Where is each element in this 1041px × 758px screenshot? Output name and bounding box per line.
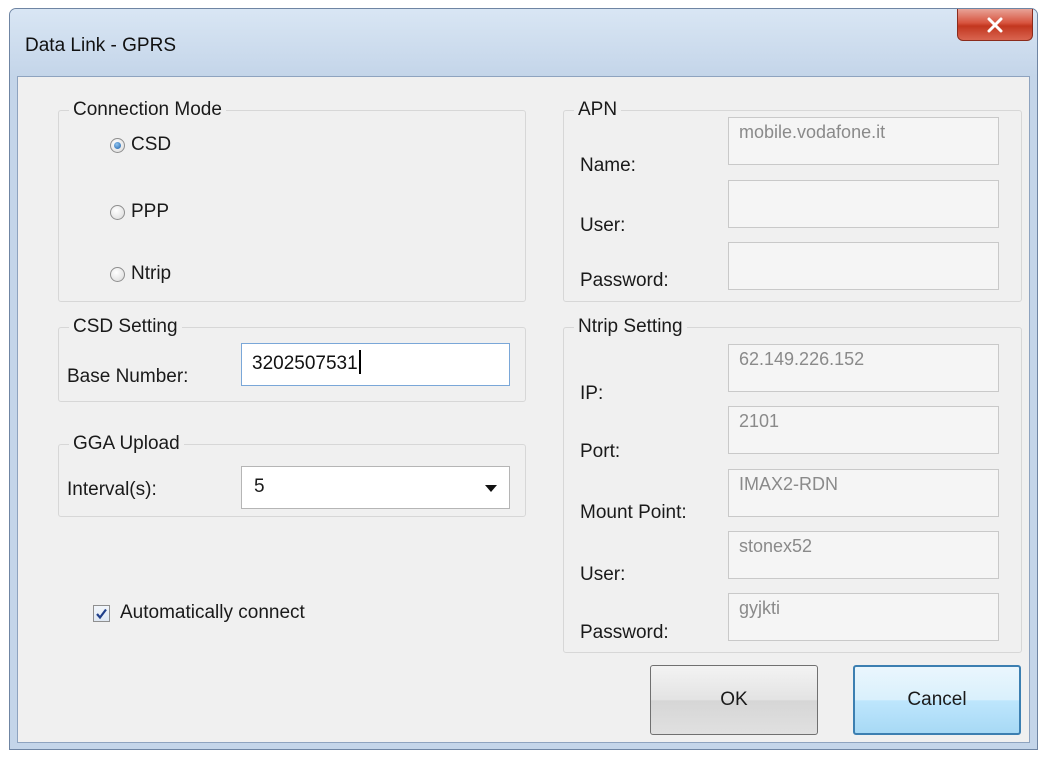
- connection-mode-group: [58, 110, 526, 302]
- ntrip-port-input[interactable]: 2101: [728, 406, 999, 454]
- ok-button-label: OK: [720, 689, 748, 710]
- ntrip-password-input[interactable]: gyjkti: [728, 593, 999, 641]
- interval-dropdown[interactable]: 5: [241, 466, 510, 509]
- base-number-input[interactable]: 3202507531: [241, 343, 510, 386]
- ntrip-user-input[interactable]: stonex52: [728, 531, 999, 579]
- ntrip-password-label: Password:: [580, 622, 669, 643]
- apn-password-input[interactable]: [728, 242, 999, 290]
- ok-button[interactable]: OK: [650, 665, 818, 735]
- ntrip-ip-label: IP:: [580, 383, 604, 404]
- ntrip-password-value: gyjkti: [739, 598, 781, 618]
- ntrip-ip-value: 62.149.226.152: [739, 349, 865, 369]
- text-cursor: [358, 350, 361, 374]
- apn-name-label: Name:: [580, 155, 636, 176]
- ntrip-mount-point-input[interactable]: IMAX2-RDN: [728, 469, 999, 517]
- ntrip-user-value: stonex52: [739, 536, 813, 556]
- ntrip-ip-input[interactable]: 62.149.226.152: [728, 344, 999, 392]
- interval-label: Interval(s):: [67, 479, 157, 500]
- csd-label[interactable]: CSD: [131, 134, 171, 156]
- apn-name-input[interactable]: mobile.vodafone.it: [728, 117, 999, 165]
- connection-mode-title: Connection Mode: [69, 99, 226, 121]
- gga-upload-title: GGA Upload: [69, 433, 184, 455]
- ppp-radio[interactable]: [110, 205, 125, 220]
- dialog-client-area: Connection Mode CSD PPP Ntrip CSD Settin…: [17, 76, 1030, 743]
- ntrip-mount-point-label: Mount Point:: [580, 502, 687, 523]
- dialog-window: Data Link - GPRS Connection Mode CSD PPP…: [9, 8, 1038, 750]
- apn-name-value: mobile.vodafone.it: [739, 122, 886, 142]
- ppp-label[interactable]: PPP: [131, 201, 169, 223]
- ntrip-port-value: 2101: [739, 411, 780, 431]
- base-number-label: Base Number:: [67, 366, 189, 387]
- window-title: Data Link - GPRS: [25, 35, 176, 56]
- ntrip-mount-point-value: IMAX2-RDN: [739, 474, 839, 494]
- close-icon: [987, 17, 1003, 32]
- dropdown-arrow-icon[interactable]: [485, 485, 497, 492]
- ntrip-radio[interactable]: [110, 267, 125, 282]
- apn-user-label: User:: [580, 215, 626, 236]
- title-bar[interactable]: Data Link - GPRS: [10, 9, 1037, 76]
- ntrip-user-label: User:: [580, 564, 626, 585]
- checkmark-icon: [96, 608, 107, 620]
- base-number-value: 3202507531: [252, 353, 358, 374]
- apn-password-label: Password:: [580, 270, 669, 291]
- auto-connect-checkbox[interactable]: [93, 605, 110, 622]
- ntrip-port-label: Port:: [580, 441, 621, 462]
- close-button[interactable]: [957, 9, 1033, 41]
- csd-setting-title: CSD Setting: [69, 316, 182, 338]
- interval-value: 5: [254, 476, 265, 497]
- cancel-button-label: Cancel: [907, 689, 967, 710]
- ntrip-label[interactable]: Ntrip: [131, 263, 171, 285]
- cancel-button[interactable]: Cancel: [853, 665, 1021, 735]
- ntrip-setting-title: Ntrip Setting: [574, 316, 687, 338]
- auto-connect-label[interactable]: Automatically connect: [120, 602, 305, 624]
- csd-radio[interactable]: [110, 138, 125, 153]
- apn-title: APN: [574, 99, 622, 121]
- apn-user-input[interactable]: [728, 180, 999, 228]
